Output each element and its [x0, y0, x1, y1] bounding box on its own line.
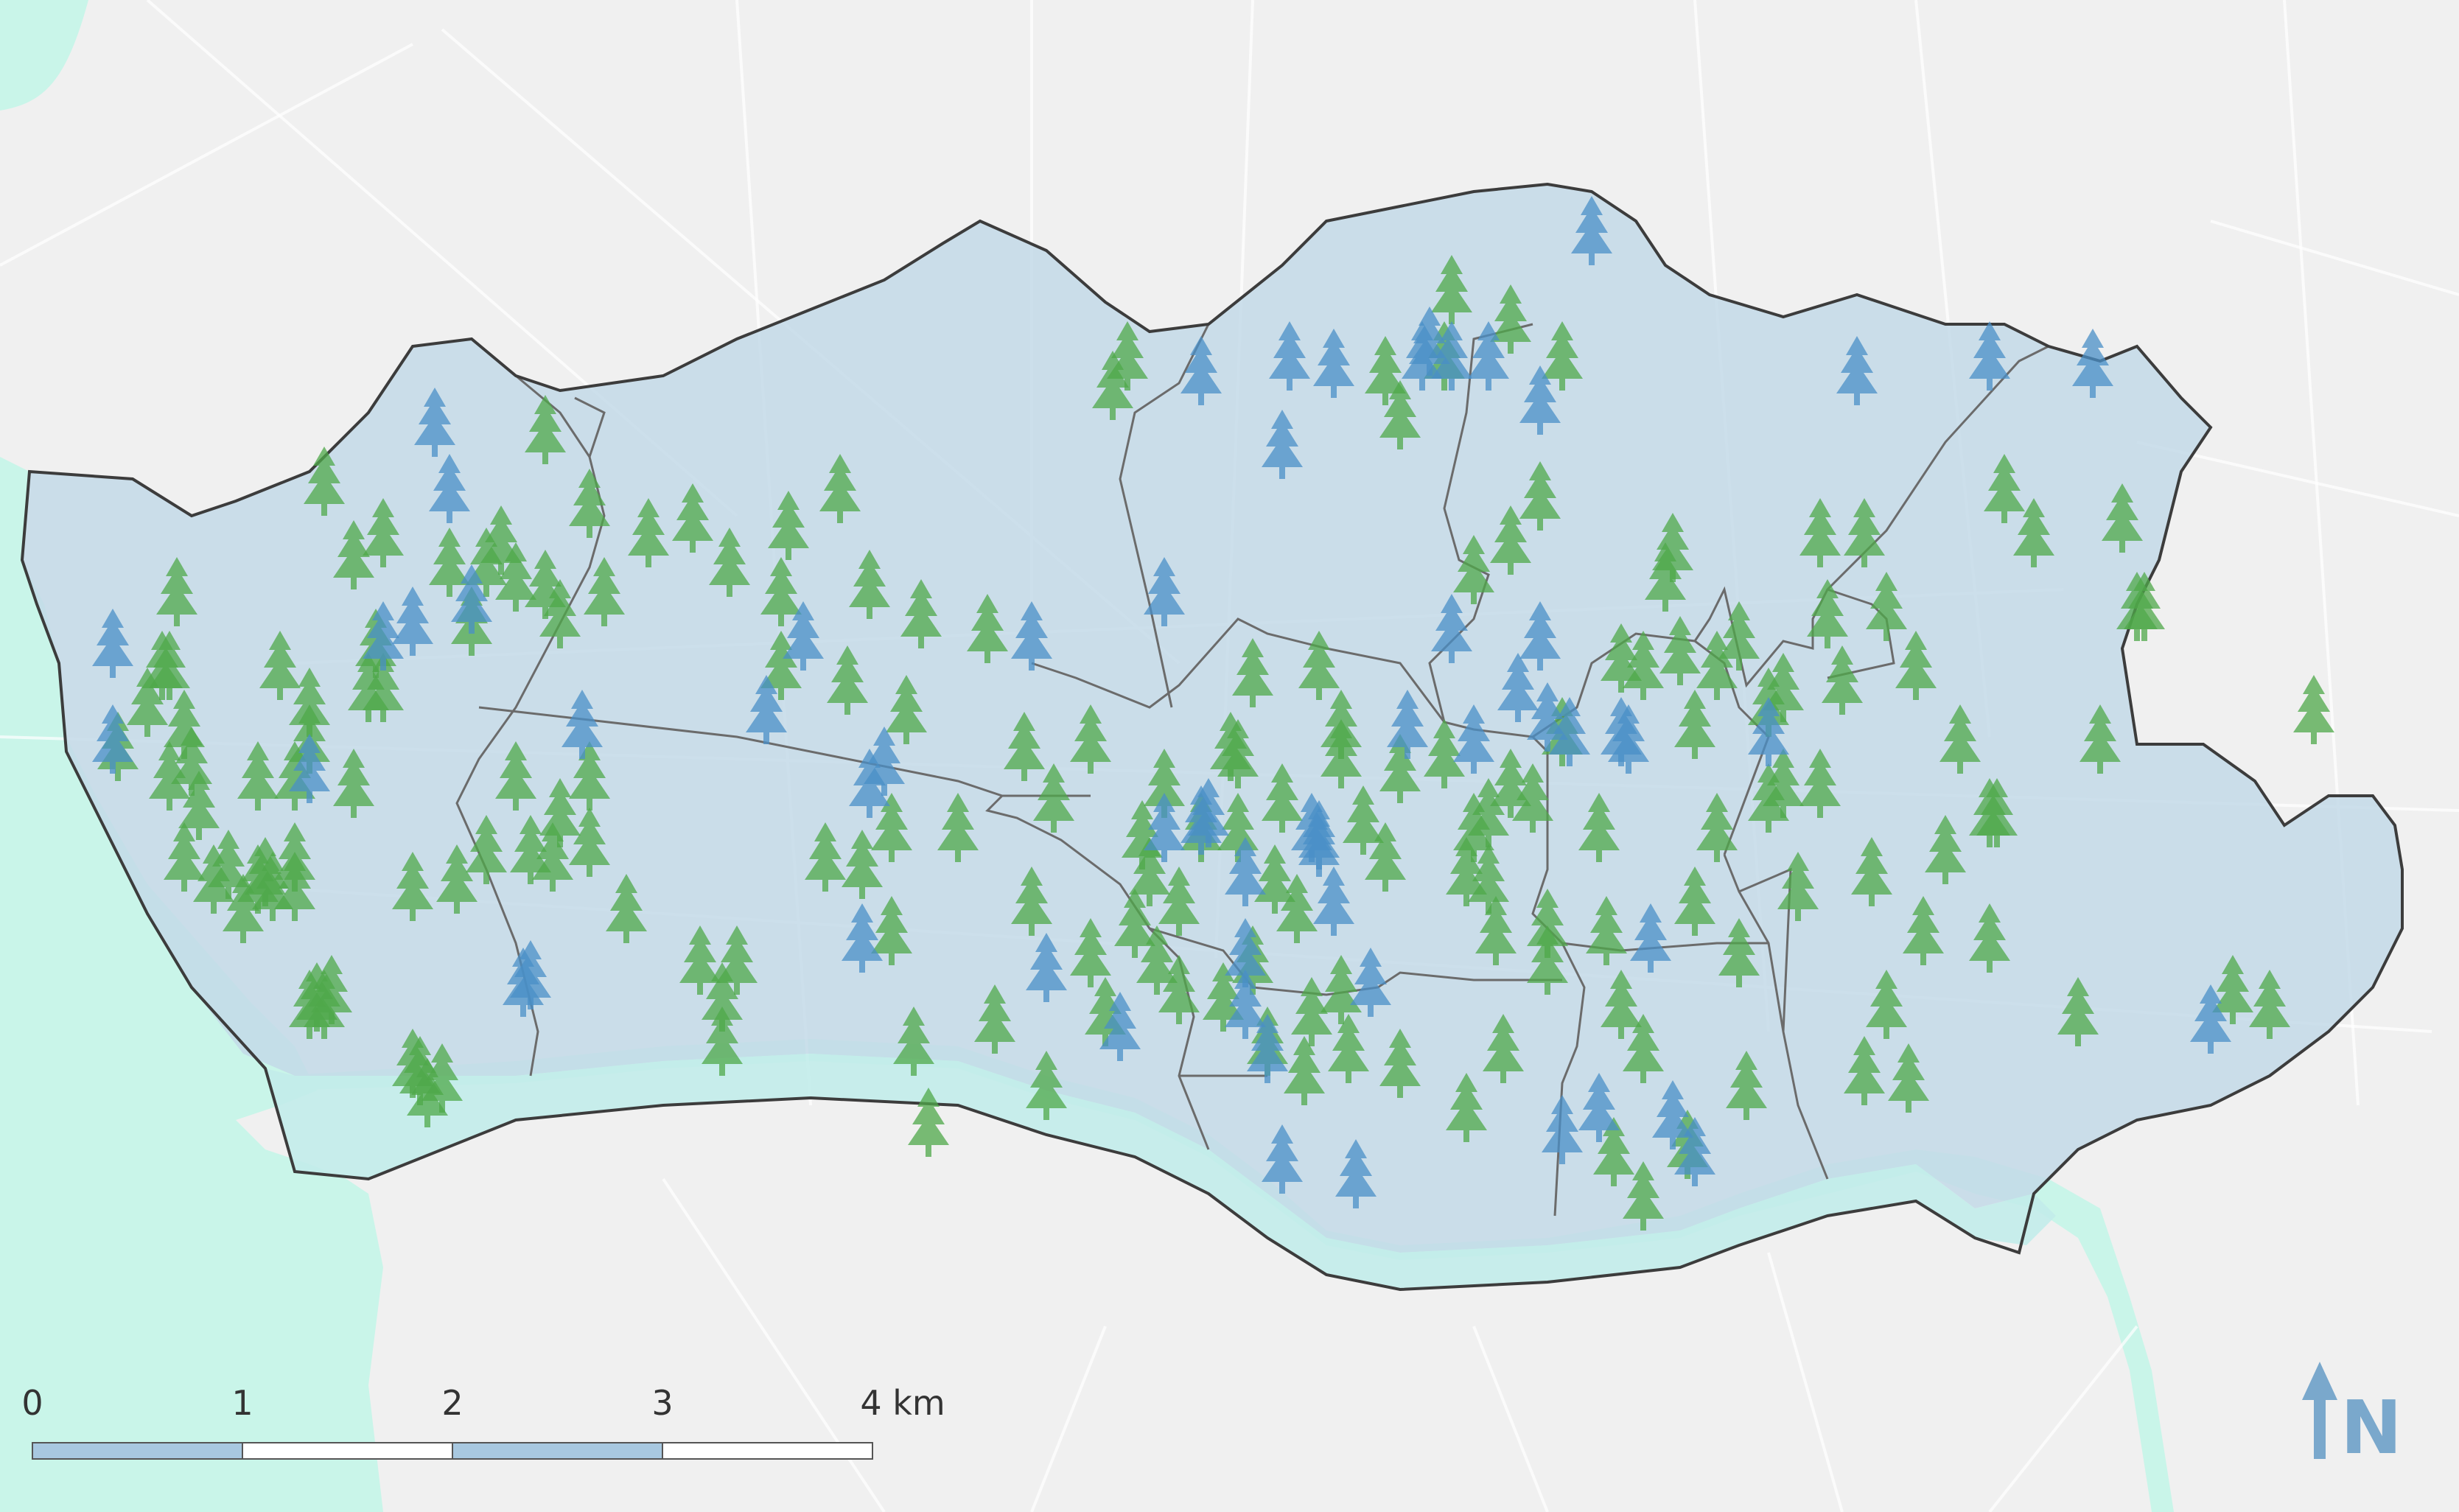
- scale-label-3: 3: [651, 1383, 673, 1423]
- scale-segment-1: [32, 1442, 243, 1460]
- scale-label-4: 4 km: [860, 1383, 945, 1423]
- scale-segment-2: [242, 1442, 453, 1460]
- scale-label-1: 1: [231, 1383, 253, 1423]
- north-label: N: [2340, 1385, 2402, 1471]
- map-canvas[interactable]: 0 1 2 3 4 km N: [0, 0, 2459, 1512]
- scale-label-2: 2: [441, 1383, 463, 1423]
- scale-segment-4: [662, 1442, 873, 1460]
- map-view[interactable]: 0 1 2 3 4 km N: [0, 0, 2459, 1512]
- scale-label-0: 0: [21, 1383, 43, 1423]
- scale-segment-3: [452, 1442, 663, 1460]
